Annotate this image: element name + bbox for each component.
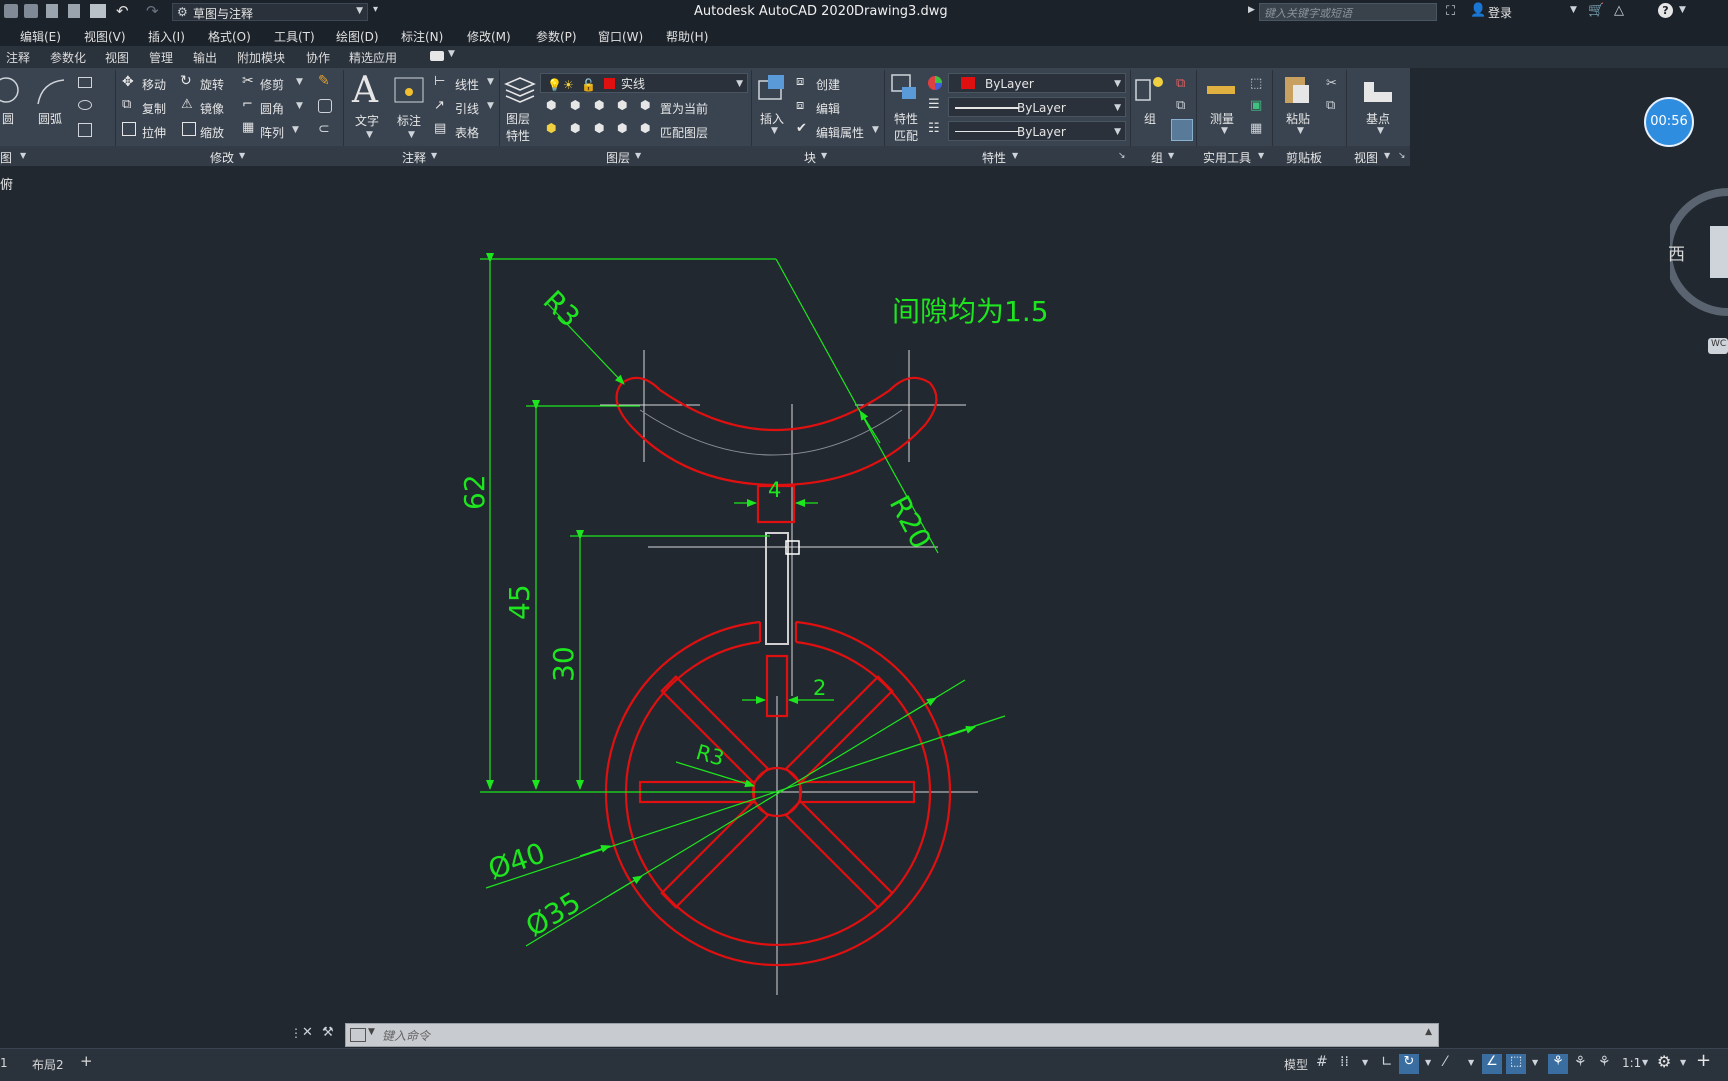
dim-text-45[interactable]: 45 [503, 584, 536, 620]
close-icon[interactable]: ✕ [302, 1025, 313, 1040]
dim-text-62[interactable]: 62 [458, 474, 491, 510]
chevron-down-icon[interactable]: ▼ [1642, 1058, 1648, 1067]
chevron-down-icon[interactable]: ▼ [1680, 1058, 1686, 1067]
snap-icon[interactable]: ⁞⁞ [1340, 1054, 1349, 1070]
cad-drawing [480, 253, 1006, 995]
wrench-icon[interactable]: ⚒ [322, 1025, 334, 1040]
red-geometry [604, 376, 952, 967]
dim-line-d35 [525, 679, 966, 947]
annotation-scale-icon[interactable]: ⚘ [1598, 1054, 1611, 1070]
chevron-down-icon[interactable]: ▼ [1532, 1058, 1538, 1067]
chevron-down-icon[interactable]: ▼ [1468, 1058, 1474, 1067]
dimension-lines [480, 253, 1006, 947]
chevron-down-icon[interactable]: ▼ [1362, 1058, 1368, 1067]
spoke-lower-right [784, 799, 894, 909]
object-snap-icon[interactable]: ⬚ [1506, 1054, 1526, 1074]
saddle-shape [615, 376, 938, 487]
spoke-upper-right [784, 675, 894, 785]
command-input[interactable]: ▼ 键入命令 ▲ [345, 1023, 1439, 1047]
annotation-visibility-icon[interactable]: ⚘ [1548, 1054, 1568, 1074]
d40-arrow-right [947, 726, 976, 737]
chevron-down-icon[interactable]: ▼ [1425, 1058, 1431, 1067]
chevron-up-icon[interactable]: ▲ [1425, 1027, 1432, 1037]
ortho-icon[interactable]: ∟ [1381, 1054, 1393, 1070]
dim-text-4[interactable]: 4 [768, 478, 781, 502]
annotation-scale-value[interactable]: 1:1 [1622, 1056, 1641, 1070]
d40-arrow-left [579, 845, 611, 857]
dim-line-d40 [485, 715, 1006, 889]
command-placeholder: 键入命令 [382, 1029, 431, 1043]
dim-text-30[interactable]: 30 [547, 646, 580, 682]
cmd-grip-icon[interactable]: ⋮ [290, 1026, 302, 1040]
chevron-down-icon[interactable]: ▼ [368, 1027, 375, 1037]
layout-tab-2[interactable]: 布局2 [28, 1056, 68, 1073]
polar-tracking-icon[interactable]: ↻ [1399, 1054, 1419, 1074]
plus-icon[interactable]: + [1696, 1050, 1711, 1071]
annotation-autoscale-icon[interactable]: ⚘ [1574, 1054, 1587, 1070]
object-snap-tracking-icon[interactable]: ∠ [1482, 1054, 1502, 1074]
clearance-note[interactable]: 间隙均为1.5 [892, 290, 1049, 330]
add-layout-button[interactable]: + [80, 1052, 93, 1070]
layout-tab-1[interactable]: 1 [0, 1056, 8, 1070]
isodraft-icon[interactable]: ⁄ [1444, 1054, 1446, 1070]
seat-post [765, 532, 789, 645]
gear-icon[interactable]: ⚙ [1657, 1052, 1671, 1071]
command-prompt-icon [350, 1028, 366, 1042]
grid-icon[interactable]: # [1316, 1054, 1328, 1070]
model-space-button[interactable]: 模型 [1284, 1056, 1308, 1073]
dim-text-2[interactable]: 2 [813, 676, 826, 700]
leader-R20-arrow [859, 410, 881, 444]
